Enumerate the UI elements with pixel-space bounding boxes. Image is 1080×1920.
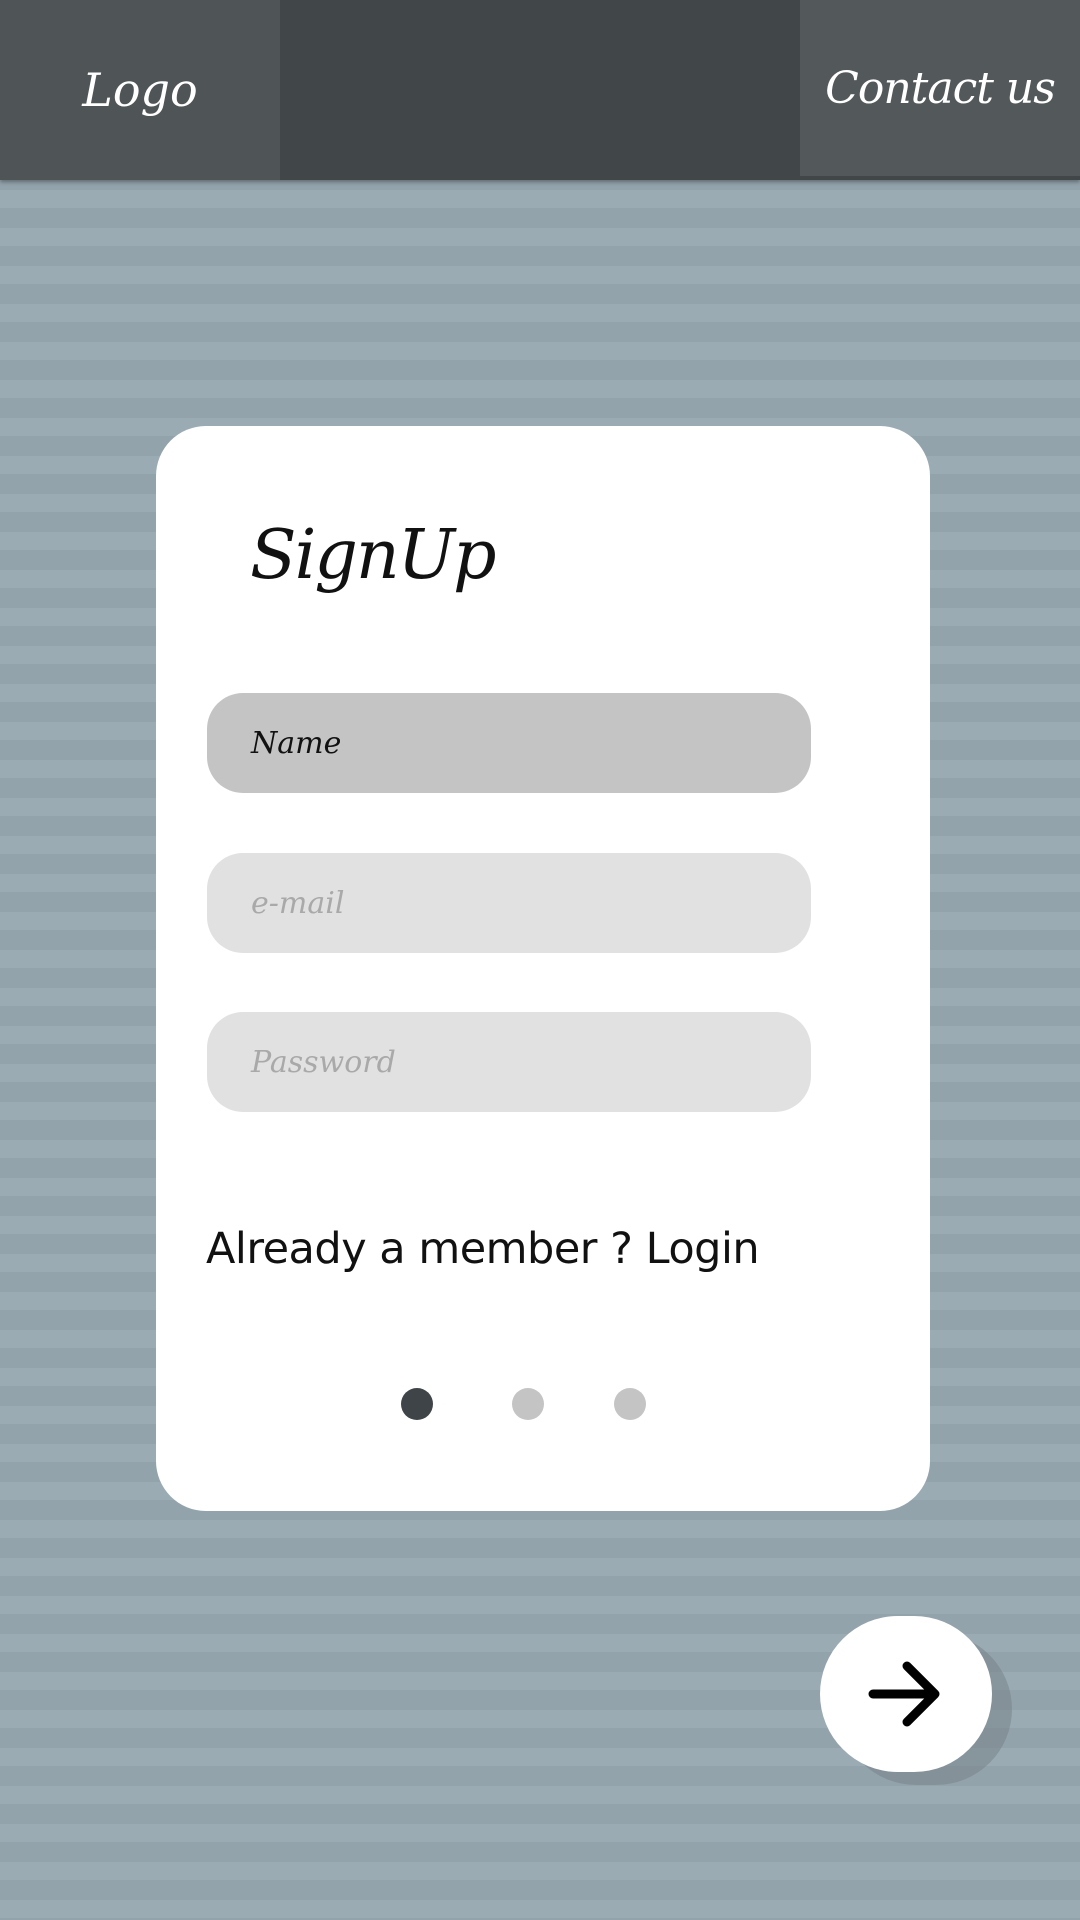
contact-us-label: Contact us (825, 62, 1056, 114)
pager-dot-1[interactable] (401, 1388, 433, 1420)
login-link[interactable]: Already a member ? Login (206, 1224, 760, 1274)
name-field[interactable]: Name (207, 693, 811, 793)
pager-dot-2[interactable] (512, 1388, 544, 1420)
name-placeholder: Name (251, 725, 342, 761)
email-placeholder: e-mail (251, 885, 345, 921)
password-field[interactable]: Password (207, 1012, 811, 1112)
arrow-right-icon (867, 1655, 945, 1733)
email-field[interactable]: e-mail (207, 853, 811, 953)
top-header: Logo Contact us (0, 0, 1080, 180)
signup-card: SignUp Name e-mail Password Already a me… (156, 426, 930, 1511)
password-placeholder: Password (251, 1044, 396, 1080)
signup-title: SignUp (250, 516, 496, 595)
contact-us-button[interactable]: Contact us (800, 0, 1080, 176)
logo-area[interactable]: Logo (0, 0, 280, 180)
next-button[interactable] (820, 1616, 992, 1772)
pager-dot-3[interactable] (614, 1388, 646, 1420)
logo-label: Logo (82, 63, 198, 117)
